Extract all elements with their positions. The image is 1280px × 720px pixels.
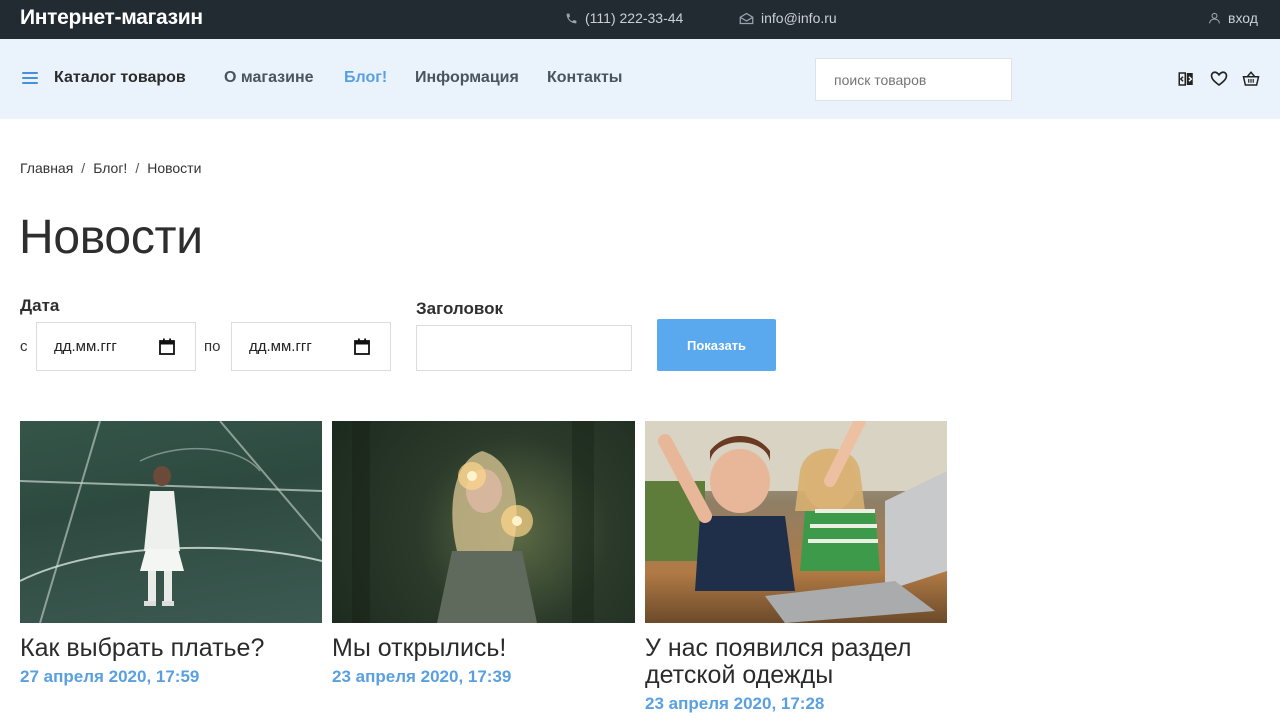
calendar-icon[interactable] [159,338,175,355]
date-to-label: по [204,338,221,355]
news-date: 27 апреля 2020, 17:59 [20,667,200,686]
nav-link-contacts[interactable]: Контакты [547,69,622,87]
nav-link-about[interactable]: О магазине [224,69,314,87]
news-title[interactable]: Мы открылись! [332,635,635,662]
login-link[interactable]: вход [1208,10,1258,26]
email-address: info@info.ru [761,10,837,26]
date-from-label: с [20,338,28,355]
date-to-value: дд.мм.ггг [249,338,312,355]
date-to-input[interactable]: дд.мм.ггг [231,322,391,371]
breadcrumb: Главная / Блог! / Новости [20,160,201,176]
breadcrumb-separator: / [135,160,140,176]
breadcrumb-home[interactable]: Главная [20,160,73,176]
breadcrumb-blog[interactable]: Блог! [93,160,127,176]
date-from-value: дд.мм.ггг [54,338,117,355]
heading-input[interactable] [416,325,632,371]
kids-laptop-illustration [645,421,947,623]
catalog-button[interactable]: Каталог товаров [54,69,186,87]
compare-icon[interactable] [1177,70,1195,88]
court-illustration [20,421,322,623]
nav-link-blog[interactable]: Блог! [344,69,387,87]
news-date: 23 апреля 2020, 17:39 [332,667,512,686]
news-card[interactable]: Как выбрать платье? 27 апреля 2020, 17:5… [20,421,322,687]
news-title[interactable]: Как выбрать платье? [20,635,322,662]
phone-link[interactable]: (111) 222-33-44 [565,10,683,26]
news-title[interactable]: У нас появился раздел детской одежды [645,635,947,689]
login-label: вход [1228,10,1258,26]
user-icon [1209,12,1220,24]
date-from-input[interactable]: дд.мм.ггг [36,322,196,371]
sparkler-illustration [352,421,594,623]
breadcrumb-separator: / [81,160,86,176]
news-image[interactable] [645,421,947,623]
top-bar: Интернет-магазин (111) 222-33-44 info@in… [0,0,1280,39]
phone-icon [566,13,577,23]
breadcrumb-current: Новости [147,160,202,176]
calendar-icon[interactable] [354,338,370,355]
news-card[interactable]: У нас появился раздел детской одежды 23 … [645,421,947,714]
nav-link-info[interactable]: Информация [415,69,519,87]
search-input[interactable] [815,58,1012,101]
basket-icon[interactable] [1242,70,1260,88]
menu-icon[interactable] [22,72,38,84]
heart-icon[interactable] [1210,70,1228,88]
email-link[interactable]: info@info.ru [739,10,837,26]
show-button[interactable]: Показать [657,319,776,371]
phone-number: (111) 222-33-44 [585,10,684,26]
heading-label: Заголовок [416,299,504,318]
envelope-icon [739,12,754,24]
news-date: 23 апреля 2020, 17:28 [645,694,825,713]
news-image[interactable] [332,421,635,623]
page-title: Новости [19,211,203,264]
news-image[interactable] [20,421,322,623]
site-logo[interactable]: Интернет-магазин [20,6,203,30]
main-nav: Каталог товаров О магазине Блог! Информа… [0,39,1280,119]
date-label: Дата [20,296,60,315]
news-card[interactable]: Мы открылись! 23 апреля 2020, 17:39 [332,421,635,687]
